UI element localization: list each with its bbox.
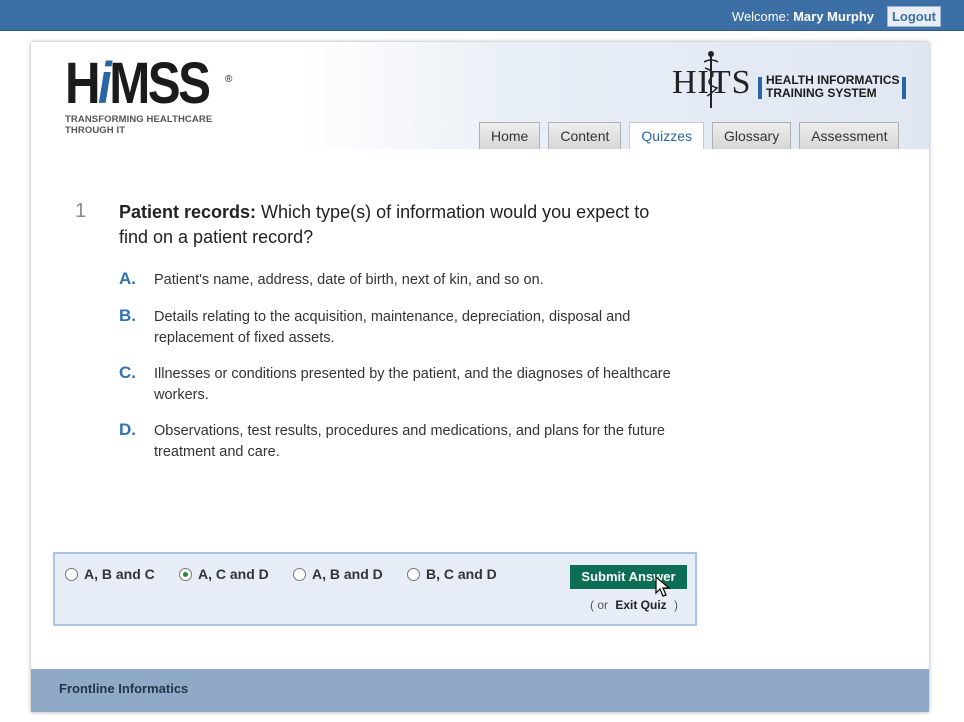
tab-quizzes[interactable]: Quizzes <box>629 122 704 149</box>
option-label: A, B and D <box>312 566 383 582</box>
question-number: 1 <box>75 200 87 222</box>
or-open: ( or <box>590 598 608 612</box>
tab-content[interactable]: Content <box>548 122 622 149</box>
hits-line-2: TRAINING SYSTEM <box>766 86 877 100</box>
or-close: ) <box>674 598 679 612</box>
answer-text: Details relating to the acquisition, mai… <box>154 309 631 346</box>
option-label: B, C and D <box>426 566 497 582</box>
answer-letter: D. <box>119 420 136 439</box>
tab-home[interactable]: Home <box>479 122 541 149</box>
answer-item: D. Observations, test results, procedure… <box>119 420 709 462</box>
answer-letter: A. <box>119 269 136 288</box>
caduceus-icon <box>702 50 720 113</box>
himss-i: i <box>98 51 112 116</box>
answer-item: C. Illnesses or conditions presented by … <box>119 363 709 405</box>
nav-tabs: Home Content Quizzes Glossary Assessment <box>479 122 900 149</box>
tab-glossary[interactable]: Glossary <box>711 122 792 149</box>
welcome-label: Welcome: <box>731 9 790 24</box>
himss-logo: HiMSS ® TRANSFORMING HEALTHCARE THROUGH … <box>65 55 234 137</box>
header: HiMSS ® TRANSFORMING HEALTHCARE THROUGH … <box>31 42 929 149</box>
hits-line-1: HEALTH INFORMATICS <box>766 73 900 87</box>
question-text: Patient records: Which type(s) of inform… <box>119 200 659 250</box>
main-panel: HiMSS ® TRANSFORMING HEALTHCARE THROUGH … <box>31 42 929 712</box>
answer-item: A. Patient's name, address, date of birt… <box>119 269 544 291</box>
user-name: Mary Murphy <box>793 9 874 24</box>
hits-subtitle: HEALTH INFORMATICS TRAINING SYSTEM <box>766 74 900 100</box>
himss-mss: MSS <box>109 51 211 116</box>
registered-mark: ® <box>225 74 233 85</box>
option-b-c-d[interactable]: B, C and D <box>407 566 497 582</box>
hits-divider-right <box>902 77 906 99</box>
answer-text: Illnesses or conditions presented by the… <box>154 366 671 403</box>
mouse-pointer-icon <box>655 575 671 603</box>
himss-h: H <box>65 51 101 116</box>
himss-wordmark: HiMSS <box>65 55 211 113</box>
answer-letter: C. <box>119 363 136 382</box>
footer-text: Frontline Informatics <box>59 681 189 696</box>
tab-assessment[interactable]: Assessment <box>799 122 900 149</box>
option-a-c-d[interactable]: A, C and D <box>179 566 269 582</box>
radio-button-selected[interactable] <box>179 567 192 581</box>
option-label: A, C and D <box>198 566 269 582</box>
top-bar: Welcome: Mary Murphy Logout <box>0 0 964 31</box>
radio-button[interactable] <box>65 567 78 581</box>
welcome-message: Welcome: Mary Murphy <box>732 9 874 24</box>
option-a-b-d[interactable]: A, B and D <box>293 566 383 582</box>
answer-text: Observations, test results, procedures a… <box>154 423 665 460</box>
radio-button[interactable] <box>293 567 306 581</box>
option-label: A, B and C <box>84 566 155 582</box>
answer-item: B. Details relating to the acquisition, … <box>119 306 709 348</box>
hits-divider-left <box>758 77 762 99</box>
logout-button[interactable]: Logout <box>886 6 941 27</box>
answer-letter: B. <box>119 306 136 325</box>
footer: Frontline Informatics <box>31 669 929 712</box>
radio-button[interactable] <box>407 567 420 581</box>
option-a-b-c[interactable]: A, B and C <box>65 566 155 582</box>
question-topic: Patient records: <box>119 202 257 222</box>
himss-tagline-2: THROUGH IT <box>65 125 126 136</box>
answer-text: Patient's name, address, date of birth, … <box>154 272 544 288</box>
answer-options-box: A, B and C A, C and D A, B and D B, C an… <box>53 552 697 626</box>
